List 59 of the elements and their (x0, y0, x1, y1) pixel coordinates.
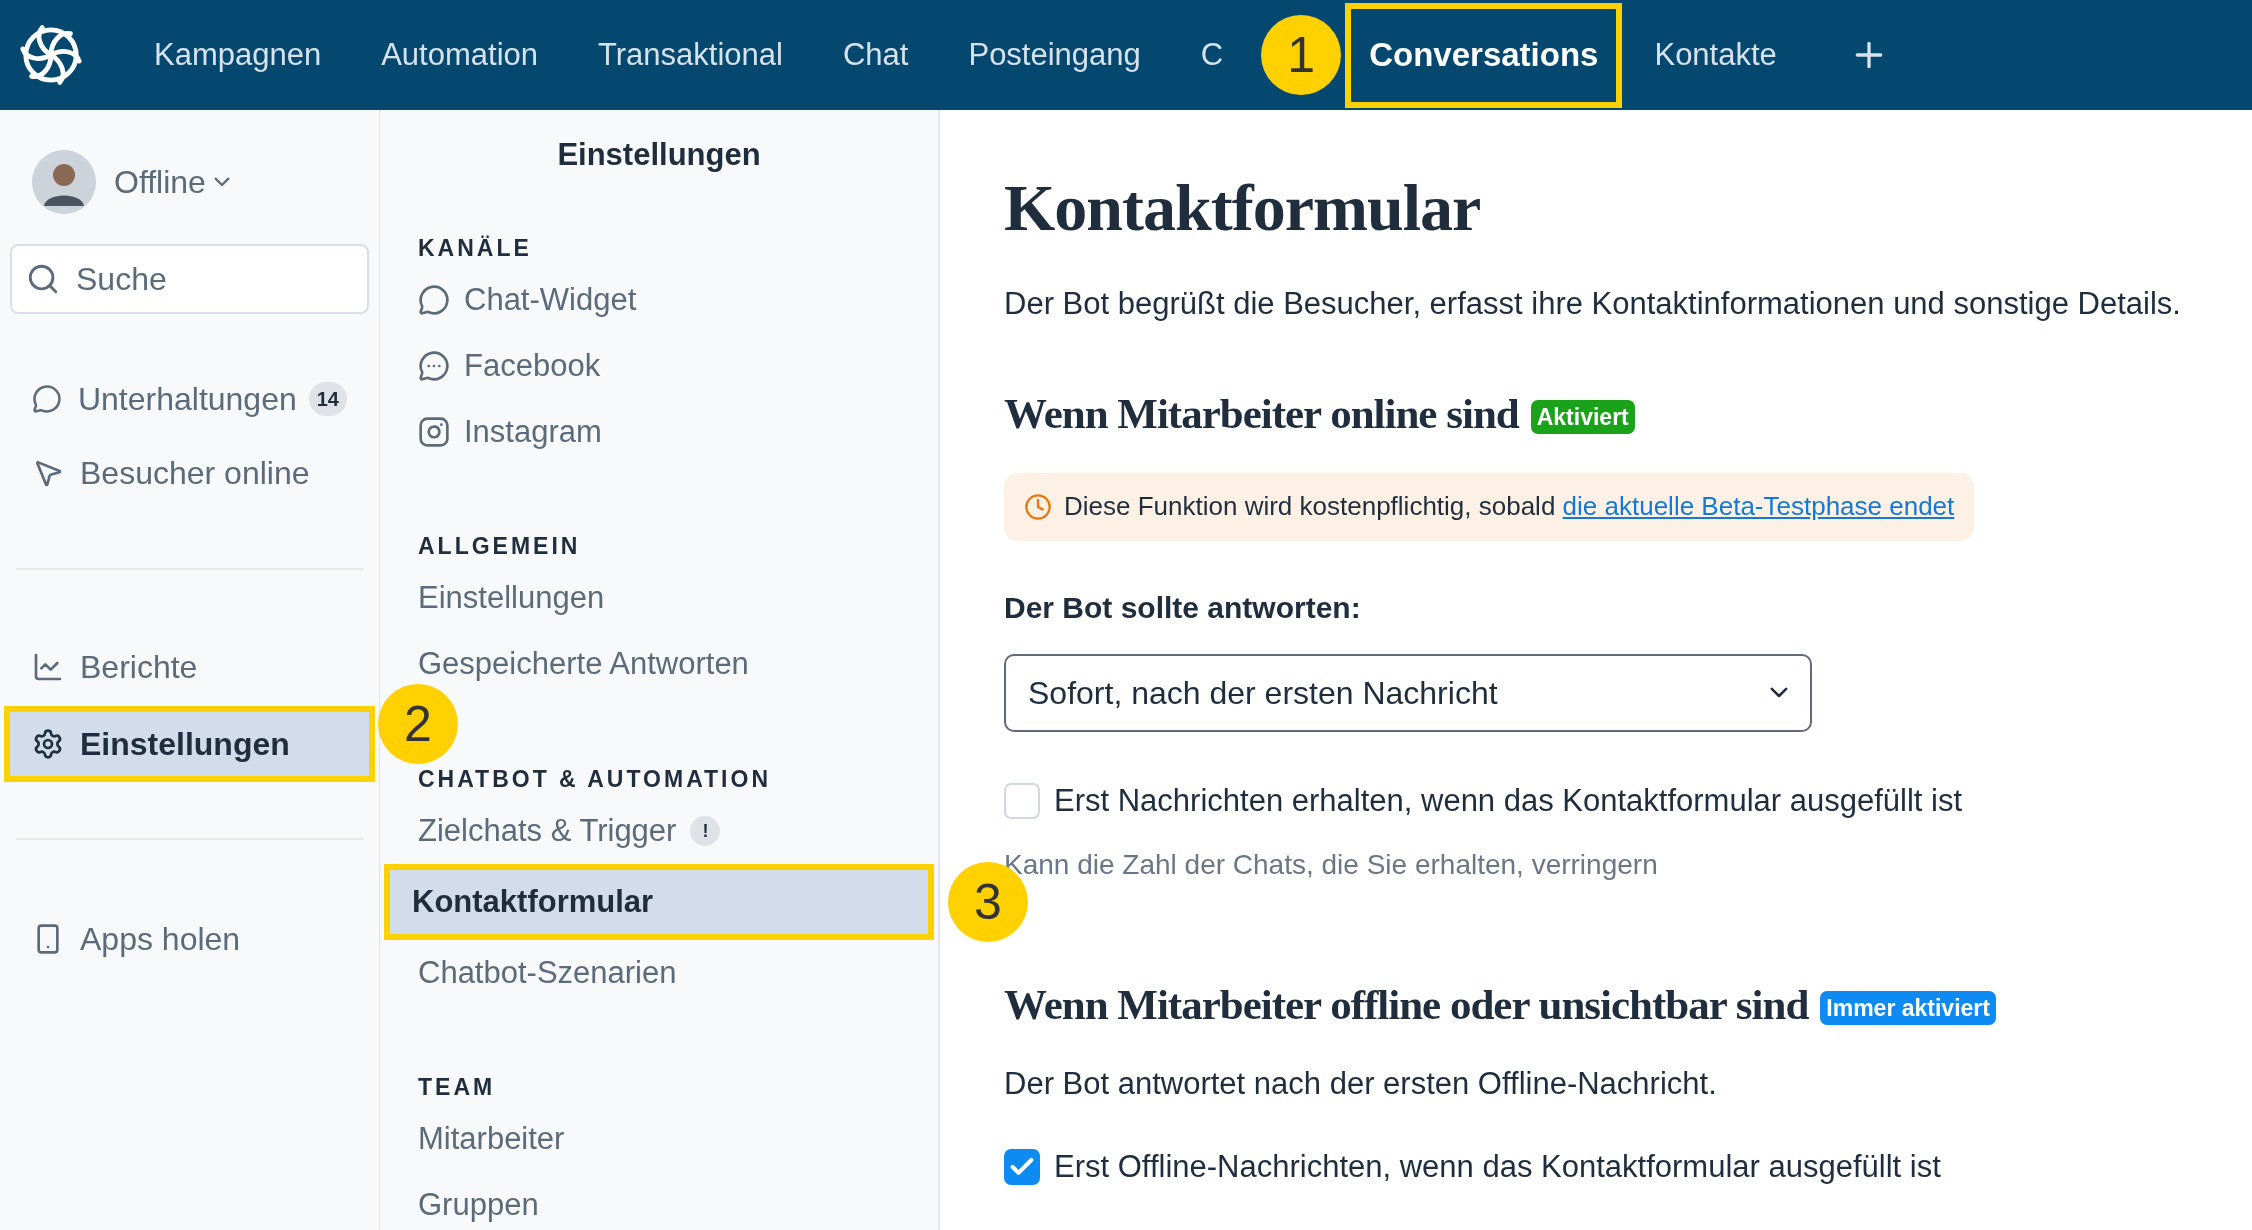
field-label: Der Bot sollte antworten: (1004, 589, 1362, 626)
nav-tab[interactable]: Kontakte (1626, 31, 1805, 79)
checkbox-label: Erst Nachrichten erhalten, wenn das Kontaktformular ausgefüllt ist (1054, 781, 1963, 820)
chevron-icon (1770, 687, 1788, 698)
caret-icon (213, 177, 230, 187)
section-heading: TEAM (418, 1073, 497, 1102)
search-icon (26, 262, 60, 296)
sidebar-item[interactable]: Besucher online (4, 438, 375, 508)
settings-nav-item[interactable]: Kontaktformular (384, 864, 934, 940)
sidebar-item-icon (32, 728, 64, 760)
sidebar-item-icon (32, 651, 64, 683)
settings-nav-item[interactable]: Chatbot-Szenarien (384, 940, 934, 1006)
sidebar-item[interactable]: Apps holen (4, 904, 375, 974)
channel-icon (418, 416, 450, 448)
clock-icon (1024, 492, 1052, 521)
section-heading: Wenn Mitarbeiter online sind (1004, 389, 1519, 439)
sidebar-item[interactable]: Unterhaltungen 14 (4, 364, 375, 434)
page-title: Kontaktformular (1004, 172, 1482, 245)
intro-text: Der Bot begrüßt die Besucher, erfasst ihre Kontaktinformationen und sonstige Details. (1004, 284, 2182, 323)
checkbox[interactable] (1004, 782, 1040, 819)
settings-nav-item[interactable]: Facebook (384, 333, 934, 399)
nav-tab[interactable]: Conversations (1345, 2, 1623, 108)
beta-link[interactable]: die aktuelle Beta-Testphase endet (1562, 491, 1955, 522)
nav-tab[interactable]: Transaktional (570, 31, 811, 79)
avatar (32, 150, 96, 214)
callout-marker: 1 (1261, 15, 1342, 95)
settings-nav-item[interactable]: Chat-Widget (384, 267, 934, 333)
section-heading: ALLGEMEIN (418, 532, 582, 561)
settings-nav-item[interactable]: Gruppen (384, 1172, 934, 1230)
reply-timing-select[interactable]: Sofort, nach der ersten Nachricht (1004, 653, 1812, 732)
section-heading: Wenn Mitarbeiter offline oder unsichtbar sind (1004, 980, 1809, 1030)
status-badge: Aktiviert (1530, 399, 1635, 435)
section-text: Der Bot antwortet nach der ersten Offline-Nachricht. (1004, 1065, 1718, 1104)
nav-tab[interactable]: Posteingang (940, 31, 1169, 79)
nav-tab[interactable]: Chat (814, 31, 937, 79)
channel-icon (418, 350, 450, 382)
checkbox[interactable] (1004, 1149, 1040, 1186)
settings-nav-item[interactable]: Instagram (384, 399, 934, 465)
warning-badge: ! (690, 816, 721, 846)
status-badge: Immer aktiviert (1820, 990, 1996, 1025)
channel-icon (418, 284, 450, 316)
nav-tab[interactable]: Kampagnen (126, 31, 350, 79)
settings-nav-item[interactable]: Zielchats & Trigger ! (384, 798, 934, 864)
status-dropdown[interactable]: Offline (114, 158, 230, 206)
sidebar-item[interactable]: Berichte (4, 632, 375, 702)
search-field[interactable]: Suche (10, 244, 369, 314)
nav-tab[interactable]: C (1172, 31, 1252, 79)
sidebar-item[interactable]: Einstellungen (4, 706, 375, 782)
sidebar-item-icon (32, 383, 62, 415)
section-heading: KANÄLE (418, 233, 533, 263)
count-badge: 14 (308, 382, 347, 416)
nav-tab[interactable]: Automation (353, 31, 566, 79)
checkbox-label: Erst Offline-Nachrichten, wenn das Kontaktformular ausgefüllt ist (1054, 1147, 1941, 1186)
panel-title: Einstellungen (556, 136, 762, 174)
settings-nav-item[interactable]: Mitarbeiter (384, 1106, 934, 1173)
section-heading: CHATBOT & AUTOMATION (418, 764, 772, 794)
logo-icon (20, 24, 82, 86)
notice-text: Diese Funktion wird kostenpflichtig, sobald die aktuelle Beta-Testphase endet (1064, 490, 1955, 524)
settings-nav-item[interactable]: Einstellungen (384, 565, 934, 632)
